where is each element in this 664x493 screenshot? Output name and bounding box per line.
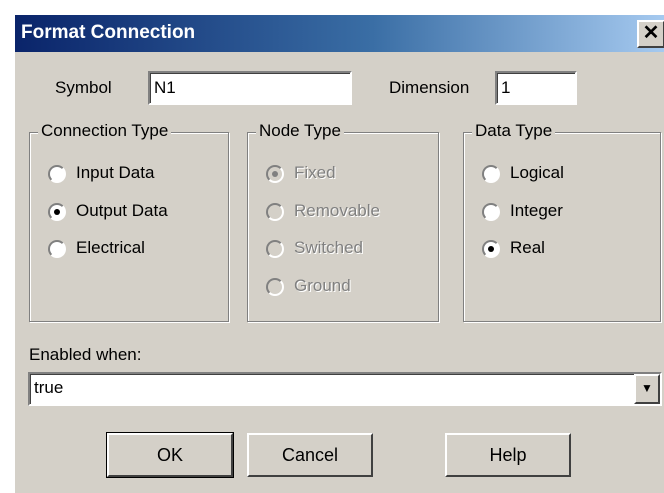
data-type-title: Data Type [472,121,556,141]
node-type-group: Node Type Fixed Removable Switched Groun… [247,121,439,322]
radio-label: Output Data [76,201,168,220]
radio-button[interactable] [48,240,66,258]
radio-dot-icon [272,171,278,177]
symbol-label: Symbol [55,78,112,97]
radio-label: Input Data [76,163,155,182]
radio-label: Logical [510,163,564,182]
enabled-when-label: Enabled when: [29,345,142,364]
chevron-down-icon: ▼ [641,381,653,395]
radio-label: Integer [510,201,563,220]
ok-button[interactable]: OK [106,432,234,478]
enabled-when-combobox[interactable]: true ▼ [28,372,662,406]
window-title: Format Connection [21,22,196,43]
close-icon: ✕ [642,22,660,44]
close-button[interactable]: ✕ [637,20,664,48]
radio-label: Fixed [294,163,336,182]
radio-button-disabled [266,278,284,296]
format-connection-dialog: Format Connection ✕ Symbol N1 Dimension … [14,14,664,493]
connection-type-title: Connection Type [38,121,172,141]
radio-button-disabled [266,240,284,258]
symbol-input[interactable]: N1 [148,71,352,105]
cancel-button[interactable]: Cancel [247,433,373,477]
radio-label: Electrical [76,238,145,257]
radio-label: Ground [294,276,351,295]
dimension-label: Dimension [389,78,470,97]
radio-label: Removable [294,201,380,220]
radio-button[interactable] [482,165,500,183]
enabled-when-value: true [34,378,64,397]
node-type-title: Node Type [256,121,344,141]
radio-button[interactable] [48,165,66,183]
radio-button[interactable] [482,203,500,221]
radio-button-disabled [266,203,284,221]
dropdown-button[interactable]: ▼ [634,374,660,404]
help-button[interactable]: Help [445,433,571,477]
dimension-input[interactable]: 1 [495,71,577,105]
connection-type-group: Connection Type Input Data Output Data E… [29,121,229,322]
radio-button-selected[interactable] [48,203,66,221]
radio-button-selected-disabled [266,165,284,183]
radio-label: Switched [294,238,363,257]
radio-label: Real [510,238,545,257]
radio-dot-icon [488,246,494,252]
data-type-group: Data Type Logical Integer Real [463,121,661,322]
title-bar[interactable]: Format Connection ✕ [15,15,664,52]
radio-dot-icon [54,209,60,215]
radio-button-selected[interactable] [482,240,500,258]
